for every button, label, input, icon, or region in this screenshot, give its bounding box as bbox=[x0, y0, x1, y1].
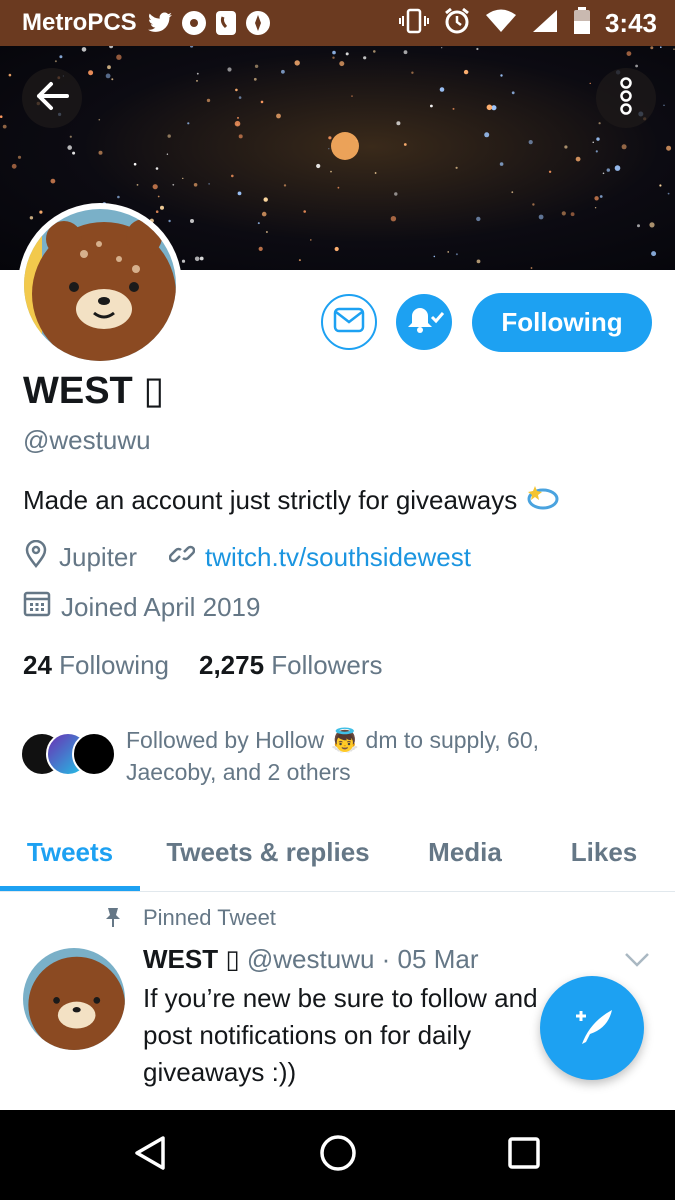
back-button[interactable] bbox=[22, 68, 82, 128]
pin-icon bbox=[104, 906, 122, 933]
tweet-handle[interactable]: @westuwu bbox=[247, 944, 375, 974]
vibrate-icon bbox=[398, 8, 429, 39]
nav-home-button[interactable] bbox=[308, 1130, 368, 1180]
notification-dot-icon bbox=[181, 10, 207, 36]
followed-by-text[interactable]: Followed by Hollow 👼 dm to supply, 60, J… bbox=[126, 724, 586, 788]
tab-likes[interactable]: Likes bbox=[540, 815, 668, 889]
tweet-avatar[interactable] bbox=[23, 948, 125, 1050]
carrier-label: MetroPCS bbox=[22, 9, 137, 36]
status-bar: MetroPCS 3:43 bbox=[0, 0, 675, 46]
nav-recents-button[interactable] bbox=[494, 1130, 554, 1180]
profile-bio: Made an account just strictly for giveaw… bbox=[23, 482, 559, 519]
followers-count-link[interactable]: 2,275 Followers bbox=[199, 650, 383, 681]
message-button[interactable] bbox=[321, 294, 377, 350]
joined-text: Joined April 2019 bbox=[61, 592, 261, 622]
pinned-label: Pinned Tweet bbox=[143, 905, 276, 930]
link-icon bbox=[168, 541, 196, 574]
arrow-left-icon bbox=[35, 81, 69, 116]
followed-by-avatars[interactable] bbox=[20, 732, 120, 778]
profile-handle: @westuwu bbox=[23, 425, 151, 455]
following-count-link[interactable]: 24 Following bbox=[23, 650, 169, 681]
nav-back-button[interactable] bbox=[120, 1130, 180, 1180]
tweet-menu-button[interactable] bbox=[624, 952, 650, 973]
calendar-icon bbox=[23, 590, 51, 625]
compose-feather-icon bbox=[568, 1004, 616, 1053]
tab-media[interactable]: Media bbox=[400, 815, 530, 889]
joined-row: Joined April 2019 bbox=[23, 590, 260, 625]
circle-home-icon bbox=[319, 1134, 357, 1177]
tweet-text: If you’re new be sure to follow and post… bbox=[143, 983, 538, 1087]
battery-icon bbox=[573, 6, 591, 40]
bear-avatar-image bbox=[24, 209, 176, 361]
website-link[interactable]: twitch.tv/southsidewest bbox=[205, 542, 471, 573]
chevron-down-icon bbox=[624, 953, 650, 972]
more-options-button[interactable] bbox=[596, 68, 656, 128]
triangle-back-icon bbox=[133, 1135, 167, 1176]
bio-text: Made an account just strictly for giveaw… bbox=[23, 485, 518, 515]
bell-check-icon bbox=[404, 305, 445, 340]
location-text: Jupiter bbox=[59, 542, 138, 572]
notifications-button[interactable] bbox=[396, 294, 452, 350]
wifi-icon bbox=[485, 8, 517, 39]
profile-name: WEST ▯ bbox=[23, 370, 165, 412]
tweet-header: WEST ▯ @westuwu · 05 Mar bbox=[143, 944, 478, 975]
avatar bbox=[72, 732, 116, 776]
active-tab-indicator bbox=[0, 886, 140, 891]
profile-tabs: Tweets Tweets & replies Media Likes bbox=[0, 815, 675, 892]
compass-icon bbox=[245, 10, 271, 36]
tab-tweets-replies[interactable]: Tweets & replies bbox=[150, 815, 386, 889]
dizzy-star-icon bbox=[525, 482, 559, 519]
following-button[interactable]: Following bbox=[472, 293, 652, 352]
alarm-icon bbox=[443, 7, 471, 40]
location-pin-icon bbox=[23, 539, 49, 575]
twitter-icon bbox=[147, 12, 173, 34]
more-vertical-icon bbox=[619, 76, 633, 120]
square-recents-icon bbox=[507, 1136, 541, 1175]
profile-avatar[interactable] bbox=[18, 203, 182, 367]
location-row: Jupiter twitch.tv/southsidewest bbox=[23, 539, 471, 575]
tweet-date: · 05 Mar bbox=[381, 944, 479, 974]
bear-avatar-image bbox=[23, 948, 125, 1050]
mail-icon bbox=[333, 307, 365, 338]
compose-tweet-button[interactable] bbox=[540, 976, 644, 1080]
tweet-author[interactable]: WEST ▯ bbox=[143, 944, 240, 974]
signal-icon bbox=[531, 8, 559, 39]
phone-app-icon bbox=[215, 10, 237, 36]
clock: 3:43 bbox=[604, 7, 657, 38]
follow-counts: 24 Following 2,275 Followers bbox=[23, 650, 383, 681]
tab-tweets[interactable]: Tweets bbox=[0, 815, 140, 889]
system-nav-bar bbox=[0, 1110, 675, 1200]
